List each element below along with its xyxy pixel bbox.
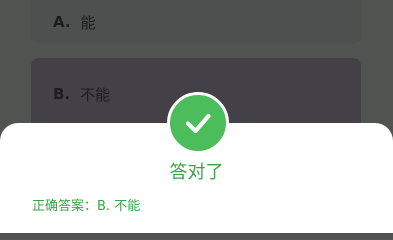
option-b-letter: B.	[53, 85, 71, 103]
correct-answer: 正确答案：B. 不能	[32, 195, 140, 214]
option-b-text: 不能	[80, 85, 111, 104]
option-a[interactable]: A. 能	[31, 0, 361, 44]
success-badge	[167, 92, 229, 154]
option-a-text: 能	[80, 13, 96, 32]
option-a-letter: A.	[53, 13, 71, 31]
correct-answer-label: 正确答案：	[32, 199, 98, 214]
result-title: 答对了	[169, 162, 224, 183]
check-icon	[185, 113, 211, 134]
correct-answer-value: B. 不能	[97, 199, 141, 214]
